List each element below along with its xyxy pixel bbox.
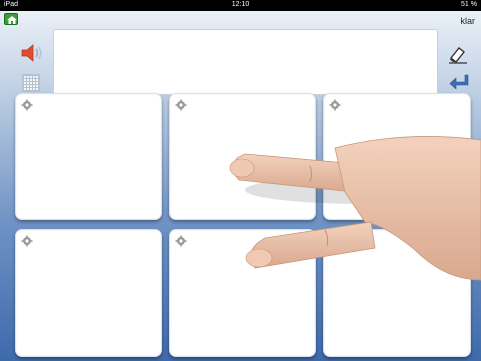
- gear-icon[interactable]: [329, 235, 341, 247]
- symbol-tile[interactable]: [15, 229, 162, 357]
- gear-icon[interactable]: [21, 99, 33, 111]
- message-field[interactable]: [53, 29, 438, 95]
- eraser-icon: [449, 47, 467, 64]
- home-button[interactable]: [4, 13, 18, 25]
- gear-icon[interactable]: [175, 99, 187, 111]
- clear-button[interactable]: [447, 44, 469, 64]
- home-icon: [7, 16, 17, 24]
- enter-icon: [449, 74, 469, 90]
- status-bar: iPad 12:10 51 %: [0, 0, 481, 11]
- symbol-tile[interactable]: [169, 93, 316, 220]
- speak-button[interactable]: [20, 42, 46, 64]
- battery-level: 51 %: [461, 1, 477, 8]
- app-screen: klar: [0, 11, 481, 361]
- gear-icon[interactable]: [175, 235, 187, 247]
- status-time: 12:10: [231, 1, 250, 8]
- symbol-tile[interactable]: [323, 229, 471, 357]
- done-button[interactable]: klar: [460, 16, 475, 26]
- symbol-tile[interactable]: [323, 93, 471, 220]
- gear-icon[interactable]: [21, 235, 33, 247]
- enter-button[interactable]: [448, 73, 470, 91]
- speaker-icon: [21, 44, 42, 62]
- symbol-tile[interactable]: [169, 229, 316, 357]
- keyboard-grid-button[interactable]: [22, 74, 40, 92]
- gear-icon[interactable]: [329, 99, 341, 111]
- symbol-tile[interactable]: [15, 93, 162, 220]
